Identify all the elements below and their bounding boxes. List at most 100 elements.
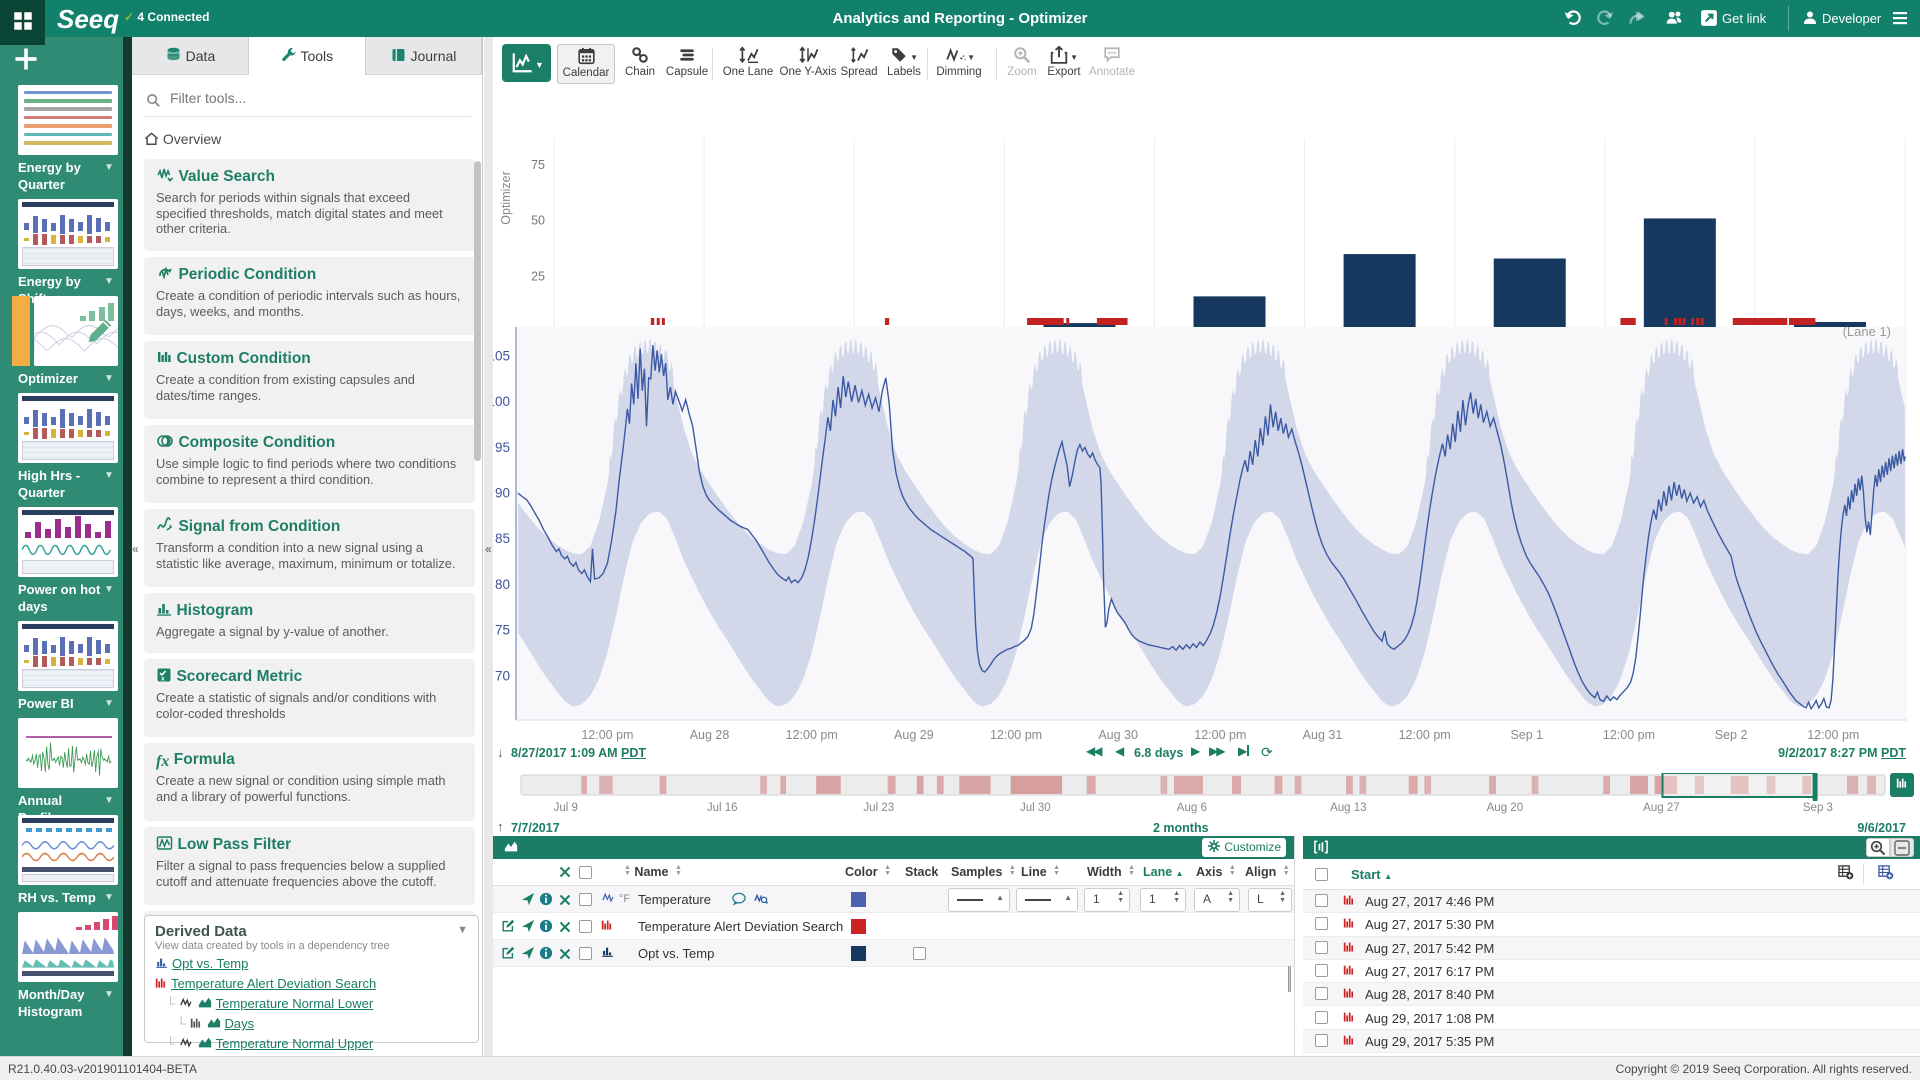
skip-to-end-button[interactable]: ▶: [1238, 744, 1249, 758]
worksheet-label[interactable]: Month/Day Histogram: [18, 986, 106, 1020]
worksheet-label[interactable]: Power BI: [18, 695, 106, 712]
worksheet-label[interactable]: RH vs. Temp: [18, 889, 106, 906]
step-back-button[interactable]: ◀: [1115, 744, 1124, 758]
navigate-icon[interactable]: [521, 919, 535, 938]
tool-formula[interactable]: fx FormulaCreate a new signal or conditi…: [144, 743, 475, 821]
tool-scorecard-metric[interactable]: x Scorecard MetricCreate a statistic of …: [144, 659, 475, 737]
investigate-range-duration[interactable]: 2 months: [1153, 821, 1209, 835]
capsule-indicator[interactable]: [1789, 318, 1815, 325]
worksheet-label[interactable]: Energy by Quarter: [18, 159, 106, 193]
worksheet-thumbnail[interactable]: [18, 85, 118, 155]
sidebar-scrollbar[interactable]: [123, 37, 132, 1056]
display-range-duration[interactable]: 6.8 days: [1134, 746, 1183, 760]
capsule-indicator[interactable]: [657, 318, 660, 325]
derived-item-link[interactable]: Opt vs. Temp: [172, 956, 248, 971]
capsule-row[interactable]: Aug 29, 2017 1:08 PM: [1303, 1007, 1920, 1030]
capsule-indicator[interactable]: [1733, 318, 1787, 325]
capsule-row[interactable]: Aug 28, 2017 8:40 PM: [1303, 983, 1920, 1006]
capsule-indicator[interactable]: [1691, 318, 1694, 325]
capsule-checkbox[interactable]: [1315, 987, 1328, 1000]
select-all-checkbox[interactable]: [579, 866, 592, 879]
info-icon[interactable]: [539, 946, 553, 965]
display-range-end[interactable]: 9/2/2017 8:27 PM PDT: [1778, 746, 1906, 760]
tool-histogram[interactable]: HistogramAggregate a signal by y-value o…: [144, 593, 475, 653]
select-all-capsules-checkbox[interactable]: [1315, 868, 1328, 881]
tab-journal[interactable]: Journal: [366, 37, 482, 75]
derived-item-link[interactable]: Temperature Normal Upper: [216, 1036, 374, 1051]
panel-gutter[interactable]: «: [484, 37, 493, 1056]
worksheet-thumbnail[interactable]: [18, 912, 118, 982]
capsule-row[interactable]: Aug 29, 2017 5:35 PM: [1303, 1030, 1920, 1053]
speech-bubble-icon[interactable]: [731, 892, 747, 911]
chevron-down-icon[interactable]: ▼: [104, 989, 114, 1000]
step-forward-many-button[interactable]: ▶▶: [1209, 744, 1223, 758]
capsule-row[interactable]: Aug 27, 2017 5:42 PM: [1303, 937, 1920, 960]
new-worksheet-button[interactable]: [14, 47, 38, 71]
seeq-logo[interactable]: Seeq: [57, 4, 119, 35]
worksheet-thumbnail[interactable]: [18, 621, 118, 691]
row-checkbox[interactable]: [579, 893, 592, 906]
chevron-down-icon[interactable]: ▼: [104, 373, 114, 384]
color-swatch[interactable]: [851, 946, 866, 961]
display-range-start[interactable]: 8/27/2017 1:09 AM PDT: [511, 746, 646, 760]
collapse-sidebar-button[interactable]: «: [132, 542, 139, 556]
capsule-checkbox[interactable]: [1315, 894, 1328, 907]
capsule-indicator[interactable]: [1696, 318, 1699, 325]
capsule-indicator[interactable]: [651, 318, 654, 325]
samples-dropdown[interactable]: ▲: [948, 888, 1010, 912]
edit-icon[interactable]: [501, 919, 515, 938]
capsule-row[interactable]: Aug 27, 2017 4:46 PM: [1303, 890, 1920, 913]
info-icon[interactable]: [539, 919, 553, 938]
remove-icon[interactable]: [559, 893, 571, 911]
tool-composite-condition[interactable]: Composite ConditionUse simple logic to f…: [144, 425, 475, 503]
capsule-indicator[interactable]: [885, 318, 889, 325]
width-stepper[interactable]: 1▲▼: [1084, 888, 1130, 912]
axis-stepper[interactable]: A▲▼: [1194, 888, 1240, 912]
chevron-down-icon[interactable]: ▼: [104, 276, 114, 287]
app-switcher-button[interactable]: [0, 0, 45, 45]
capsule-indicator[interactable]: [662, 318, 665, 325]
tab-tools[interactable]: Tools: [249, 37, 366, 75]
tool-signal-from-condition[interactable]: Signal from ConditionTransform a conditi…: [144, 509, 475, 587]
step-back-many-button[interactable]: ◀◀: [1086, 744, 1100, 758]
filter-tools-input[interactable]: [170, 90, 460, 106]
capsule-row[interactable]: Aug 27, 2017 6:17 PM: [1303, 960, 1920, 983]
tool-value-search[interactable]: Value SearchSearch for periods within si…: [144, 159, 475, 251]
capsule-checkbox[interactable]: [1315, 964, 1328, 977]
worksheet-thumbnail[interactable]: [18, 199, 118, 269]
timeline-selection-handle[interactable]: [1813, 773, 1818, 801]
capsule-indicator[interactable]: [1674, 318, 1677, 325]
align-stepper[interactable]: L▲▼: [1248, 888, 1292, 912]
worksheet-label[interactable]: High Hrs - Quarter: [18, 467, 106, 501]
get-link-button[interactable]: Get link: [1700, 9, 1718, 32]
connection-status[interactable]: ✓ 4 Connected: [124, 10, 209, 24]
line-dropdown[interactable]: ▲: [1016, 888, 1078, 912]
chevron-down-icon[interactable]: ▼: [104, 795, 114, 806]
lane-stepper[interactable]: 1▲▼: [1140, 888, 1186, 912]
chevron-down-icon[interactable]: ▼: [104, 162, 114, 173]
details-row[interactable]: Opt vs. Temp: [493, 940, 1294, 967]
color-swatch[interactable]: [851, 892, 866, 907]
navigate-icon[interactable]: [521, 892, 535, 911]
customize-button[interactable]: Customize: [1202, 838, 1286, 857]
remove-all-icon[interactable]: [559, 865, 571, 883]
navigate-icon[interactable]: [521, 946, 535, 965]
tools-scrollbar[interactable]: [474, 161, 481, 461]
timeline-capsules-button[interactable]: [1890, 773, 1914, 797]
investigate-range-start[interactable]: 7/7/2017: [511, 821, 560, 835]
capsule-indicator[interactable]: [1097, 318, 1128, 325]
capsule-indicator[interactable]: [1066, 318, 1069, 325]
capsule-indicator[interactable]: [1678, 318, 1681, 325]
users-button[interactable]: [1663, 9, 1685, 32]
refresh-button[interactable]: ⟳: [1261, 744, 1273, 761]
capsule-row[interactable]: Aug 27, 2017 5:30 PM: [1303, 913, 1920, 936]
panel-resize-handle[interactable]: [1288, 966, 1291, 992]
details-row[interactable]: Temperature Alert Deviation Search: [493, 913, 1294, 940]
tab-data[interactable]: Data: [132, 37, 249, 75]
row-checkbox[interactable]: [579, 947, 592, 960]
capsule-indicator[interactable]: [1620, 318, 1635, 325]
info-icon[interactable]: [539, 892, 553, 911]
user-menu[interactable]: Developer: [1802, 10, 1818, 31]
chevron-down-icon[interactable]: ▼: [104, 892, 114, 903]
redo-button[interactable]: [1595, 9, 1615, 32]
